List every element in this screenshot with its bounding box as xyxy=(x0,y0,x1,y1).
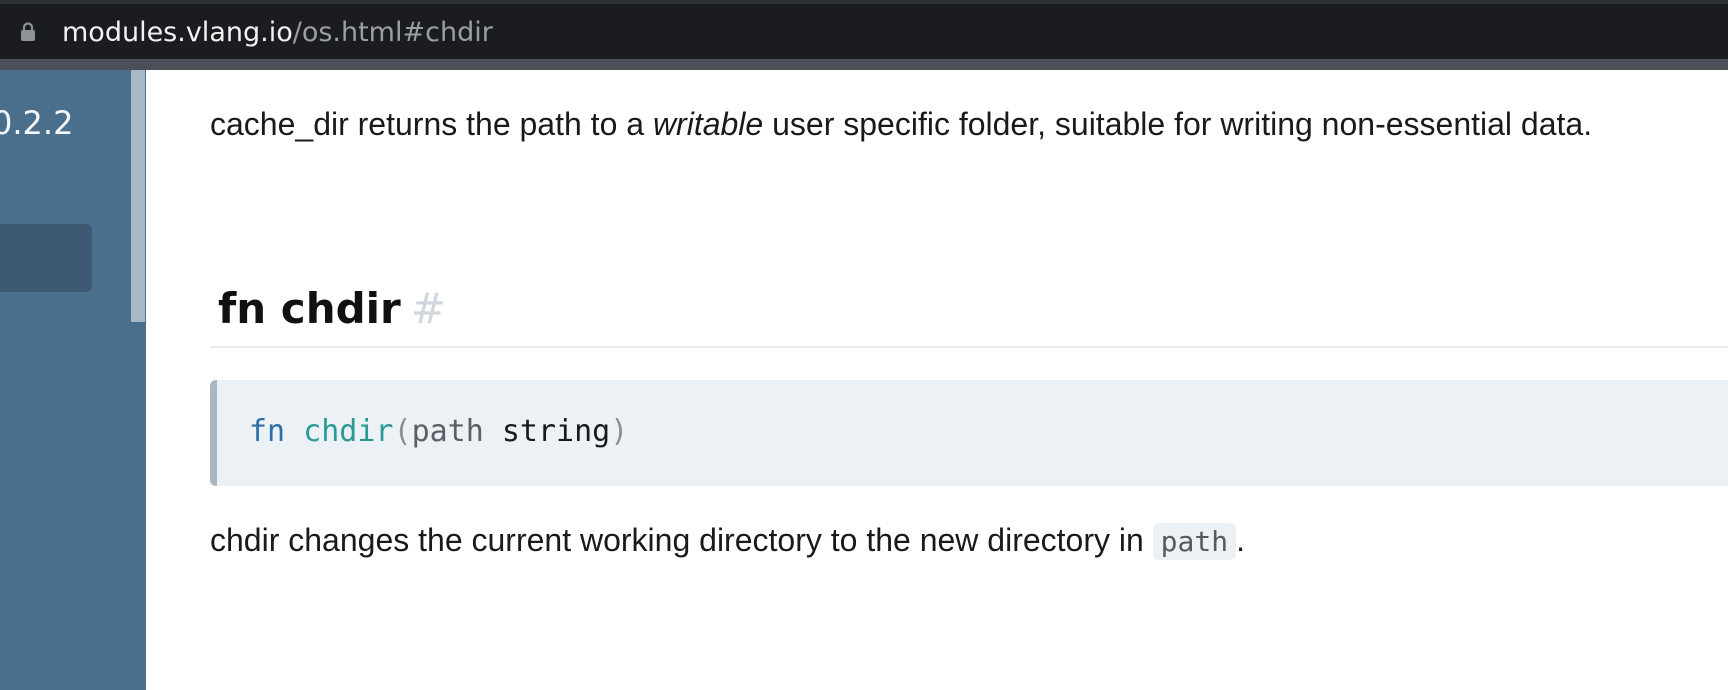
fn-chdir-title: fn chdir xyxy=(218,284,401,333)
cache-dir-description: cache_dir returns the path to a writable… xyxy=(210,106,1592,143)
cache-dir-desc-before: cache_dir returns the path to a xyxy=(210,106,653,142)
code-param-name: path xyxy=(411,414,484,449)
doc-content: cache_dir returns the path to a writable… xyxy=(146,70,1728,690)
fn-chdir-heading: fn chdir # xyxy=(218,284,446,333)
url-text[interactable]: modules.vlang.io/os.html#chdir xyxy=(62,17,493,49)
inline-code-path: path xyxy=(1152,523,1237,560)
chdir-description: chdir changes the current working direct… xyxy=(210,522,1245,560)
lock-icon xyxy=(21,22,35,41)
url-host: modules.vlang.io xyxy=(62,17,293,48)
code-close-paren: ) xyxy=(610,414,629,449)
signature-line: fn chdir(path string) xyxy=(249,414,628,449)
chdir-desc-before: chdir changes the current working direct… xyxy=(210,522,1153,558)
version-label: 0.2.2 xyxy=(0,104,74,142)
code-keyword: fn xyxy=(249,414,286,449)
url-path: /os.html#chdir xyxy=(292,17,493,48)
heading-divider xyxy=(210,346,1728,348)
chdir-desc-after: . xyxy=(1236,522,1245,558)
anchor-link[interactable]: # xyxy=(411,284,446,333)
code-param-type: string xyxy=(501,414,611,449)
code-function-name: chdir xyxy=(303,414,394,449)
cache-dir-desc-emphasis: writable xyxy=(652,106,764,142)
sidebar-search-box[interactable] xyxy=(0,224,92,292)
address-bar[interactable]: modules.vlang.io/os.html#chdir xyxy=(0,4,1728,59)
cache-dir-desc-after: user specific folder, suitable for writi… xyxy=(763,106,1593,142)
sidebar-scrollbar-thumb[interactable] xyxy=(131,70,145,322)
sidebar: 0.2.2 xyxy=(0,70,146,690)
code-open-paren: ( xyxy=(393,414,412,449)
toolbar-strip xyxy=(0,59,1728,70)
signature-code-block: fn chdir(path string) xyxy=(210,380,1728,486)
